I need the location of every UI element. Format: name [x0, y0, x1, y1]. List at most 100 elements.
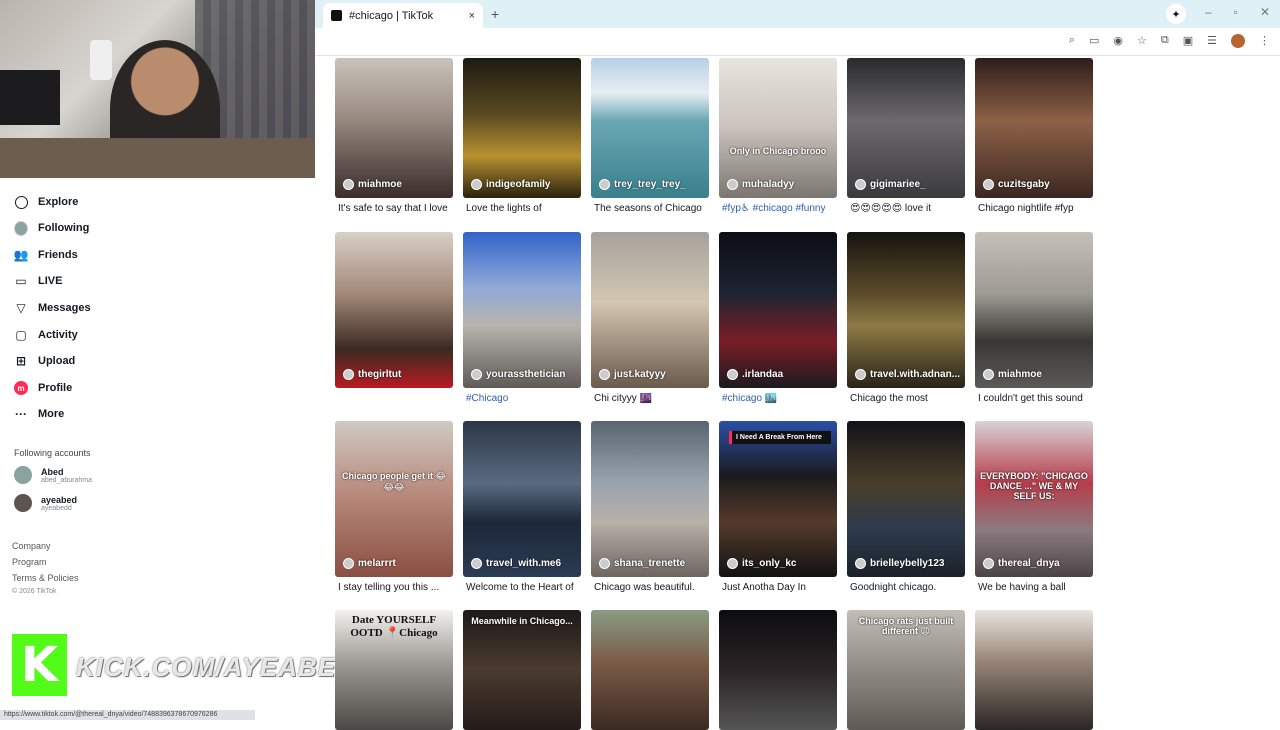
following-account[interactable]: ayeabed ayeabedd [14, 494, 77, 512]
footer-program-link[interactable]: Program [12, 557, 47, 567]
video-thumbnail[interactable]: indigeofamily [463, 58, 581, 198]
video-card[interactable]: trey_trey_trey_ The seasons of Chicago [591, 58, 709, 214]
video-author[interactable]: gigimariee_ [855, 179, 926, 190]
video-author[interactable]: miahmoe [983, 369, 1042, 380]
nav-friends[interactable]: 👥 Friends [14, 248, 78, 262]
video-description[interactable]: The seasons of Chicago [591, 203, 709, 214]
browser-menu-icon[interactable]: ⋮ [1259, 34, 1270, 48]
nav-following[interactable]: Following [14, 220, 89, 236]
video-author[interactable]: thegirltut [343, 369, 401, 380]
cast-icon[interactable]: ▭ [1089, 34, 1099, 48]
video-thumbnail[interactable]: brielleybelly123 [847, 421, 965, 577]
video-description[interactable]: We be having a ball [975, 582, 1093, 593]
video-thumbnail[interactable]: Chicago people get it 😂😂😂 melarrrt [335, 421, 453, 577]
video-card[interactable]: EVERYBODY: "CHICAGO DANCE ..." WE & MY S… [975, 421, 1093, 593]
footer-company-link[interactable]: Company [12, 541, 51, 551]
video-thumbnail[interactable]: yourassthetician [463, 232, 581, 388]
window-close-icon[interactable]: ✕ [1260, 5, 1270, 19]
video-thumbnail[interactable]: travel_with.me6 [463, 421, 581, 577]
sparkle-icon[interactable]: ✦ [1166, 4, 1186, 24]
video-author[interactable]: cuzitsgaby [983, 179, 1050, 190]
video-thumbnail[interactable]: travel.with.adnan... [847, 232, 965, 388]
video-description[interactable]: #Chicago [463, 393, 581, 404]
video-description[interactable]: Welcome to the Heart of [463, 582, 581, 593]
video-thumbnail[interactable]: Only in Chicago brooo muhaladyy [719, 58, 837, 198]
video-thumbnail[interactable] [591, 610, 709, 730]
video-thumbnail[interactable]: EVERYBODY: "CHICAGO DANCE ..." WE & MY S… [975, 421, 1093, 577]
browser-tab[interactable]: #chicago | TikTok × [323, 3, 483, 28]
video-description[interactable]: Chicago was beautiful. [591, 582, 709, 593]
video-description[interactable]: I couldn't get this sound [975, 393, 1093, 404]
video-thumbnail[interactable] [975, 610, 1093, 730]
video-thumbnail[interactable]: .irlandaa [719, 232, 837, 388]
video-author[interactable]: yourassthetician [471, 369, 565, 380]
video-thumbnail[interactable]: thegirltut [335, 232, 453, 388]
video-thumbnail[interactable]: shana_trenette [591, 421, 709, 577]
new-tab-button[interactable]: + [491, 6, 499, 22]
video-description[interactable]: 😍😍😍😍😍 love it [847, 203, 965, 214]
video-card[interactable] [975, 610, 1093, 730]
video-card[interactable]: Chicago rats just built different 😩 [847, 610, 965, 730]
video-thumbnail[interactable]: trey_trey_trey_ [591, 58, 709, 198]
nav-explore[interactable]: Explore [14, 195, 78, 209]
video-thumbnail[interactable]: I Need A Break From Here its_only_kc [719, 421, 837, 577]
video-thumbnail[interactable]: Meanwhile in Chicago... [463, 610, 581, 730]
video-author[interactable]: .irlandaa [727, 369, 783, 380]
video-card[interactable] [719, 610, 837, 730]
nav-messages[interactable]: ▽ Messages [14, 301, 90, 315]
video-author[interactable]: melarrrt [343, 558, 396, 569]
extensions-icon[interactable]: ⧉ [1161, 34, 1169, 48]
video-description[interactable]: I stay telling you this ... [335, 582, 453, 593]
video-card[interactable]: shana_trenette Chicago was beautiful. [591, 421, 709, 593]
nav-more[interactable]: ··· More [14, 407, 64, 421]
video-card[interactable]: indigeofamily Love the lights of [463, 58, 581, 214]
video-card[interactable]: Date YOURSELF OOTD 📍Chicago [335, 610, 453, 730]
nav-profile[interactable]: m Profile [14, 381, 72, 395]
video-thumbnail[interactable] [719, 610, 837, 730]
bookmark-star-icon[interactable]: ☆ [1137, 34, 1147, 48]
video-author[interactable]: indigeofamily [471, 179, 550, 190]
browser-profile-avatar[interactable] [1231, 34, 1245, 48]
video-card[interactable]: Meanwhile in Chicago... [463, 610, 581, 730]
video-thumbnail[interactable]: Chicago rats just built different 😩 [847, 610, 965, 730]
tracking-icon[interactable]: ◉ [1113, 34, 1123, 48]
video-author[interactable]: travel_with.me6 [471, 558, 561, 569]
video-card[interactable]: cuzitsgaby Chicago nightlife #fyp [975, 58, 1093, 214]
video-author[interactable]: muhaladyy [727, 179, 794, 190]
following-account[interactable]: Abed abed_aburahma [14, 466, 92, 484]
video-card[interactable]: I Need A Break From Here its_only_kc Just … [719, 421, 837, 593]
video-author[interactable]: travel.with.adnan... [855, 369, 960, 380]
video-card[interactable]: miahmoe I couldn't get this sound [975, 232, 1093, 404]
video-card[interactable]: gigimariee_ 😍😍😍😍😍 love it [847, 58, 965, 214]
video-description[interactable]: Chicago nightlife #fyp [975, 203, 1093, 214]
video-description[interactable]: Chicago the most [847, 393, 965, 404]
video-author[interactable]: miahmoe [343, 179, 402, 190]
video-card[interactable]: thegirltut [335, 232, 453, 393]
video-card[interactable]: .irlandaa #chicago 🏙️ [719, 232, 837, 404]
video-card[interactable]: miahmoe It's safe to say that I love [335, 58, 453, 214]
footer-terms-link[interactable]: Terms & Policies [12, 573, 79, 583]
video-card[interactable]: just.katyyy Chi cityyy 🌆 [591, 232, 709, 404]
nav-upload[interactable]: ⊞ Upload [14, 354, 75, 368]
nav-live[interactable]: ▭ LIVE [14, 274, 62, 288]
video-author[interactable]: just.katyyy [599, 369, 666, 380]
video-card[interactable]: brielleybelly123 Goodnight chicago. [847, 421, 965, 593]
video-author[interactable]: its_only_kc [727, 558, 796, 569]
minimize-icon[interactable]: – [1205, 5, 1212, 19]
video-thumbnail[interactable]: Date YOURSELF OOTD 📍Chicago [335, 610, 453, 730]
video-description[interactable]: #chicago 🏙️ [719, 393, 837, 404]
video-thumbnail[interactable]: miahmoe [335, 58, 453, 198]
video-description[interactable]: Love the lights of [463, 203, 581, 214]
video-card[interactable]: Chicago people get it 😂😂😂 melarrrt I stay … [335, 421, 453, 593]
video-card[interactable]: yourassthetician #Chicago [463, 232, 581, 404]
video-author[interactable]: trey_trey_trey_ [599, 179, 686, 190]
video-description[interactable]: Goodnight chicago. [847, 582, 965, 593]
video-card[interactable]: Only in Chicago brooo muhaladyy #fyp♿ #chi… [719, 58, 837, 214]
video-author[interactable]: brielleybelly123 [855, 558, 945, 569]
zoom-icon[interactable]: ⌕ [1069, 34, 1075, 48]
video-card[interactable] [591, 610, 709, 730]
video-description[interactable]: Chi cityyy 🌆 [591, 393, 709, 404]
video-author[interactable]: thereal_dnya [983, 558, 1060, 569]
tab-close-icon[interactable]: × [469, 10, 475, 22]
sidebar-toggle-icon[interactable]: ▣ [1183, 34, 1193, 48]
